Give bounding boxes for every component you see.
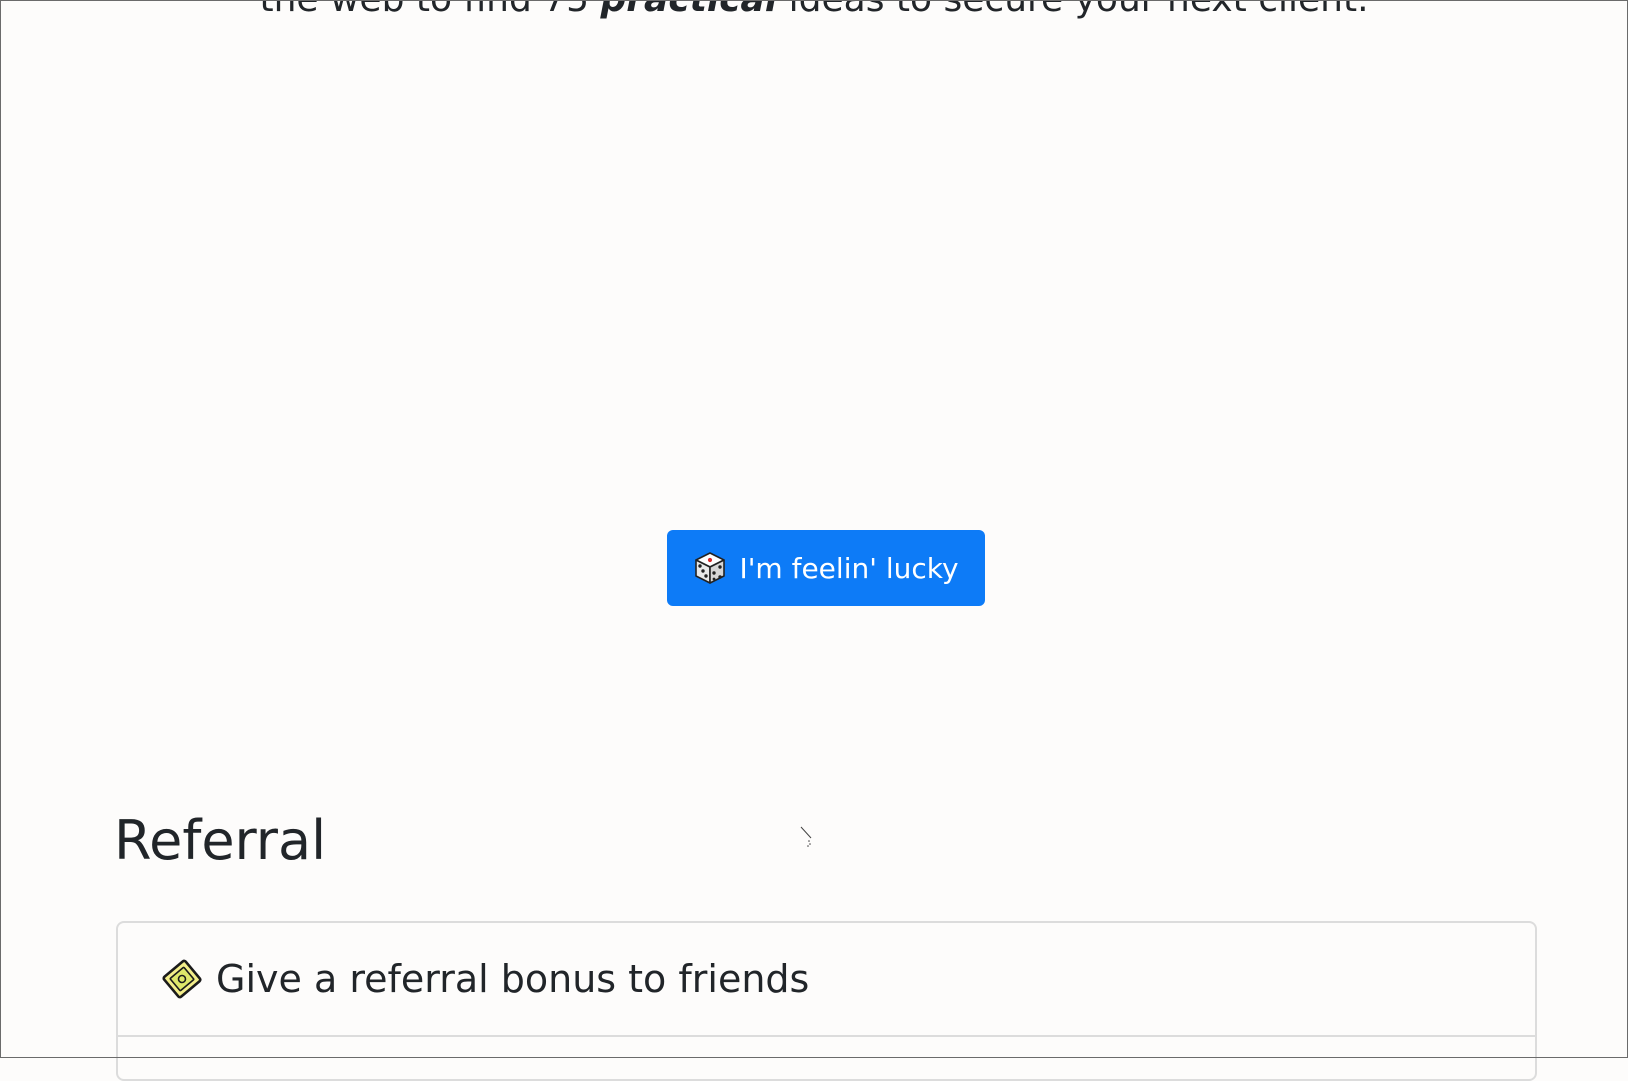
feeling-lucky-button[interactable]: I'm feelin' lucky — [667, 530, 985, 606]
referral-card: Give a referral bonus to friends — [116, 921, 1537, 1081]
mouse-pointer-icon — [800, 826, 812, 847]
intro-text: the web to find 75 practical ideas to se… — [0, 0, 1628, 22]
window-frame — [0, 0, 1628, 1058]
intro-text-emphasis: practical — [601, 0, 778, 20]
referral-heading: Referral — [114, 809, 327, 872]
intro-text-after: ideas to secure your next client. — [777, 0, 1369, 20]
intro-text-before: the web to find 75 — [259, 0, 600, 20]
referral-card-title: Give a referral bonus to friends — [216, 957, 810, 1001]
ticket-icon — [162, 957, 202, 1001]
feeling-lucky-label: I'm feelin' lucky — [739, 551, 959, 585]
dice-icon — [693, 551, 727, 585]
referral-card-header[interactable]: Give a referral bonus to friends — [118, 923, 1535, 1037]
